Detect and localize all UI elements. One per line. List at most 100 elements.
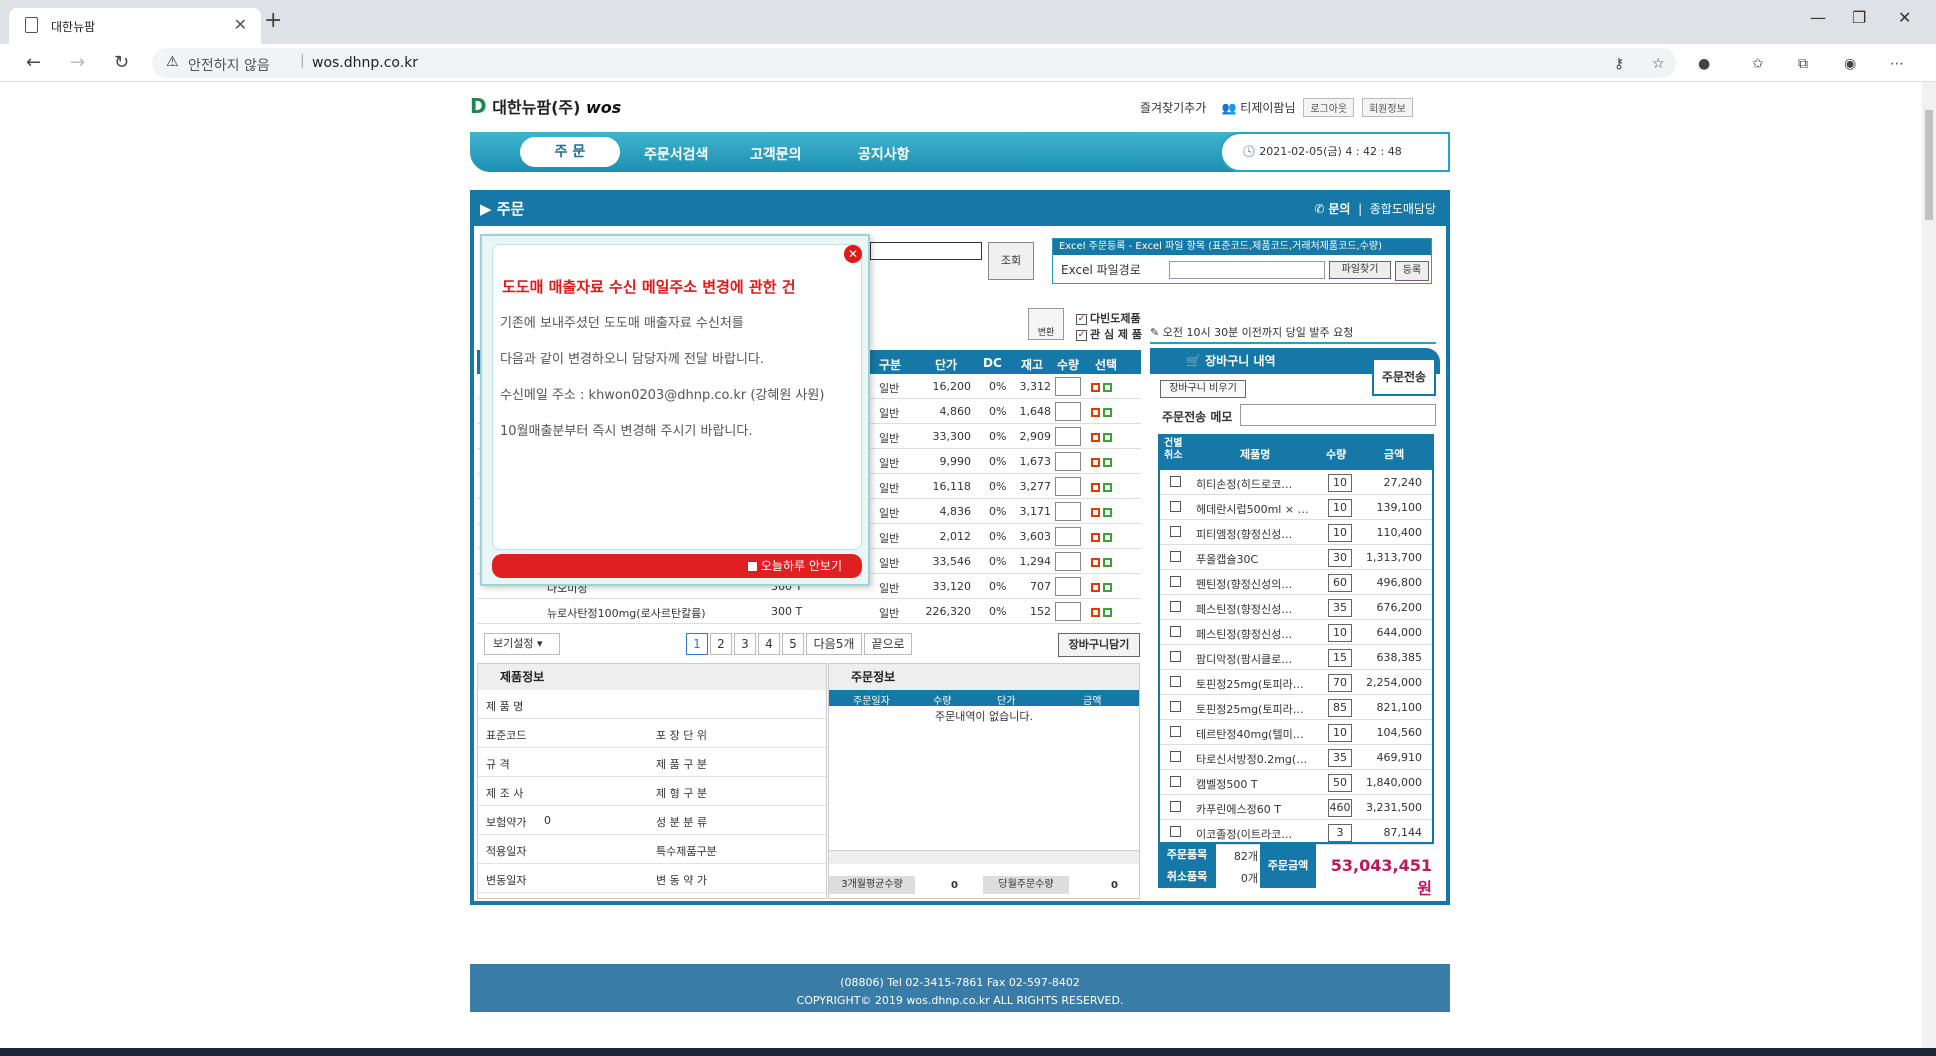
cancel-checkbox[interactable] xyxy=(1170,526,1181,537)
cancel-checkbox[interactable] xyxy=(1170,751,1181,762)
menu-icon[interactable]: ⋯ xyxy=(1890,56,1904,72)
site-logo[interactable]: D 대한뉴팜(주) wos xyxy=(470,94,621,118)
cancel-checkbox[interactable] xyxy=(1170,626,1181,637)
browser-tab[interactable]: 대한뉴팜 ✕ xyxy=(9,8,261,44)
select-boxes[interactable] xyxy=(1091,482,1115,495)
cart-qty-input[interactable]: 3 xyxy=(1328,824,1352,842)
cart-qty-input[interactable]: 10 xyxy=(1328,499,1352,517)
quantity-input[interactable] xyxy=(1055,427,1081,446)
memo-input[interactable] xyxy=(1240,404,1436,426)
nav-inquiry[interactable]: 고객문의 xyxy=(750,144,802,164)
key-icon[interactable]: ⚷ xyxy=(1614,56,1624,72)
quantity-input[interactable] xyxy=(1055,402,1081,421)
cart-qty-input[interactable]: 460 xyxy=(1328,799,1352,817)
select-boxes[interactable] xyxy=(1091,432,1115,445)
cancel-checkbox[interactable] xyxy=(1170,551,1181,562)
quantity-input[interactable] xyxy=(1055,577,1081,596)
cancel-checkbox[interactable] xyxy=(1170,776,1181,787)
quantity-input[interactable] xyxy=(1055,452,1081,471)
extension-icon[interactable]: ● xyxy=(1698,56,1710,72)
select-boxes[interactable] xyxy=(1091,407,1115,420)
last-button[interactable]: 끝으로 xyxy=(864,633,912,655)
cancel-checkbox[interactable] xyxy=(1170,476,1181,487)
nav-order-search[interactable]: 주문서검색 xyxy=(644,144,708,164)
logout-button[interactable]: 로그아웃 xyxy=(1303,98,1355,117)
page-1[interactable]: 1 xyxy=(686,633,708,655)
reload-icon[interactable]: ↻ xyxy=(114,52,129,73)
quantity-input[interactable] xyxy=(1055,477,1081,496)
cart-qty-input[interactable]: 30 xyxy=(1328,549,1352,567)
select-boxes[interactable] xyxy=(1091,507,1115,520)
collections-icon[interactable]: ⧉ xyxy=(1798,56,1808,72)
new-tab-icon[interactable]: + xyxy=(264,8,282,33)
page-5[interactable]: 5 xyxy=(782,633,804,655)
cancel-checkbox[interactable] xyxy=(1170,601,1181,612)
cart-qty-input[interactable]: 60 xyxy=(1328,574,1352,592)
multi-product-checkbox[interactable]: ✓ 다빈도제품 xyxy=(1076,310,1141,326)
forward-icon[interactable]: → xyxy=(70,52,85,73)
quantity-input[interactable] xyxy=(1055,602,1081,621)
nav-order[interactable]: 주 문 xyxy=(520,137,620,167)
excel-path-input[interactable] xyxy=(1169,261,1325,279)
select-boxes[interactable] xyxy=(1091,582,1115,595)
cancel-checkbox[interactable] xyxy=(1170,651,1181,662)
cancel-checkbox[interactable] xyxy=(1170,701,1181,712)
cancel-checkbox[interactable] xyxy=(1170,501,1181,512)
select-boxes[interactable] xyxy=(1091,382,1115,395)
select-boxes[interactable] xyxy=(1091,607,1115,620)
profile-icon[interactable]: ◉ xyxy=(1844,56,1856,72)
back-icon[interactable]: ← xyxy=(26,52,41,73)
minimize-icon[interactable]: — xyxy=(1810,8,1826,27)
page-4[interactable]: 4 xyxy=(758,633,780,655)
view-settings-select[interactable]: 보기설정 ▾ xyxy=(484,633,560,655)
quantity-input[interactable] xyxy=(1055,527,1081,546)
browse-button[interactable]: 파일찾기 xyxy=(1329,261,1391,279)
order-h-scrollbar[interactable] xyxy=(829,850,1139,864)
cart-qty-input[interactable]: 35 xyxy=(1328,599,1352,617)
cancel-checkbox[interactable] xyxy=(1170,726,1181,737)
search-input[interactable] xyxy=(870,242,982,260)
search-button[interactable]: 조회 xyxy=(988,242,1034,280)
send-order-button[interactable]: 주문전송 xyxy=(1372,358,1436,396)
cart-qty-input[interactable]: 35 xyxy=(1328,749,1352,767)
cart-qty-input[interactable]: 10 xyxy=(1328,624,1352,642)
select-boxes[interactable] xyxy=(1091,557,1115,570)
favorites-icon[interactable]: ✩ xyxy=(1752,56,1764,72)
nav-notice[interactable]: 공지사항 xyxy=(858,144,910,164)
empty-cart-button[interactable]: 장바구니 비우기 xyxy=(1160,380,1246,398)
page-2[interactable]: 2 xyxy=(710,633,732,655)
favorites-link[interactable]: 즐겨찾기추가 xyxy=(1140,101,1206,115)
page-scrollbar[interactable] xyxy=(1922,82,1936,1048)
cancel-checkbox[interactable] xyxy=(1170,801,1181,812)
quantity-input[interactable] xyxy=(1055,502,1081,521)
cart-qty-input[interactable]: 85 xyxy=(1328,699,1352,717)
favorite-add-icon[interactable]: ☆ xyxy=(1652,56,1665,72)
register-button[interactable]: 등록 xyxy=(1395,261,1429,281)
close-window-icon[interactable]: ✕ xyxy=(1898,8,1911,27)
cart-qty-input[interactable]: 10 xyxy=(1328,474,1352,492)
cart-qty-input[interactable]: 10 xyxy=(1328,724,1352,742)
close-popup-icon[interactable]: ✕ xyxy=(844,245,862,263)
cart-qty-input[interactable]: 15 xyxy=(1328,649,1352,667)
page-3[interactable]: 3 xyxy=(734,633,756,655)
select-boxes[interactable] xyxy=(1091,532,1115,545)
member-info-button[interactable]: 회원정보 xyxy=(1361,98,1413,117)
cart-qty-input[interactable]: 50 xyxy=(1328,774,1352,792)
url-field[interactable]: ⚠ 안전하지 않음 | wos.dhnp.co.kr xyxy=(152,48,1676,78)
product-row[interactable]: 뉴로사탄정100mg(로사르탄칼륨) 300 T 일반 226,320 0% 1… xyxy=(477,599,1141,624)
close-tab-icon[interactable]: ✕ xyxy=(234,15,247,34)
add-cart-button[interactable]: 장바구니담기 xyxy=(1058,633,1140,657)
maximize-icon[interactable]: ❐ xyxy=(1852,8,1866,27)
cancel-checkbox[interactable] xyxy=(1170,826,1181,837)
interest-product-checkbox[interactable]: ✓ 관 심 제 품 xyxy=(1076,326,1142,342)
cancel-checkbox[interactable] xyxy=(1170,676,1181,687)
next5-button[interactable]: 다음5개 xyxy=(806,633,862,655)
cart-qty-input[interactable]: 70 xyxy=(1328,674,1352,692)
select-boxes[interactable] xyxy=(1091,457,1115,470)
quantity-input[interactable] xyxy=(1055,377,1081,396)
hide-today-button[interactable]: 오늘하루 안보기 xyxy=(492,554,862,578)
quantity-input[interactable] xyxy=(1055,552,1081,571)
convert-button[interactable]: 변환 xyxy=(1028,308,1064,340)
cancel-checkbox[interactable] xyxy=(1170,576,1181,587)
cart-qty-input[interactable]: 10 xyxy=(1328,524,1352,542)
